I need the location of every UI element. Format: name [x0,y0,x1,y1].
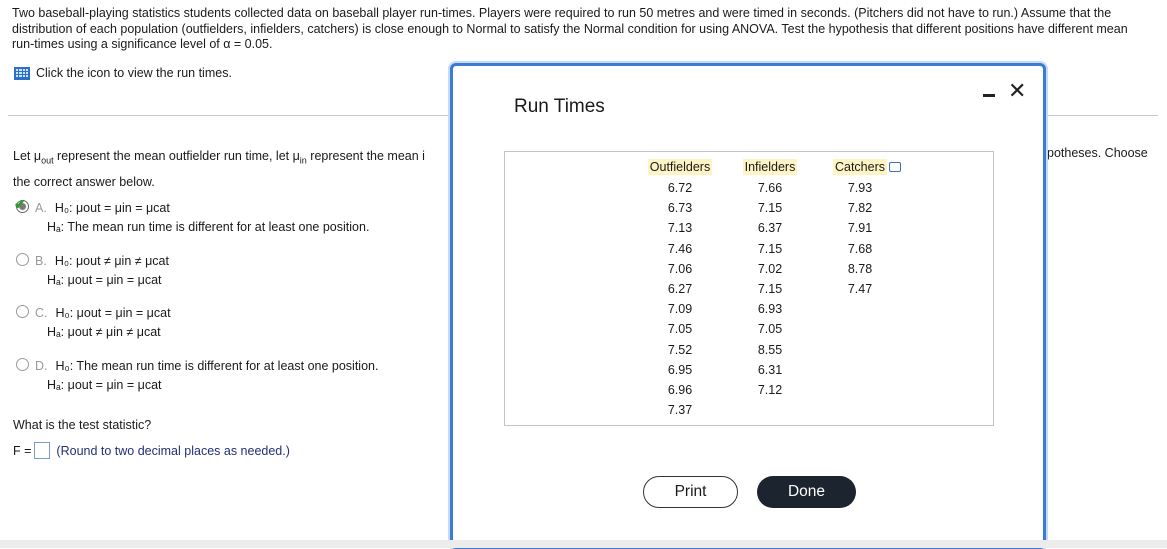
outfielders-cell: 7.46 [667,241,693,256]
catchers-cell [815,380,905,400]
catchers-cell [815,340,905,360]
choose-instruction: the correct answer below. [13,174,155,189]
catchers-cell [815,319,905,339]
let-statement-tail: potheses. Choose [1047,146,1148,160]
option-d[interactable]: D. H₀: The mean run time is different for… [16,357,378,395]
infielders-cell: 6.31 [757,362,783,377]
header-infielders: Infielders [742,159,798,175]
table-row: 7.37 [635,400,905,420]
infielders-cell: 7.02 [757,261,783,276]
infielders-cell: 8.55 [757,342,783,357]
table-row: 6.95 6.31 [635,360,905,380]
outfielders-cell: 7.37 [667,403,693,418]
bottom-scrollbar[interactable] [0,540,1167,548]
infielders-cell: 6.37 [757,221,783,236]
option-c[interactable]: C. H₀: μout = μin = μcat Hₐ: μout ≠ μin ≠… [16,304,171,342]
outfielders-cell: 7.52 [667,342,693,357]
run-times-dialog: Run Times ✕ Outfielders Infielders Catch… [450,63,1046,549]
catchers-cell [815,299,905,319]
table-row: 7.06 7.02 8.78 [635,259,905,279]
infielders-cell: 7.15 [757,241,783,256]
catchers-cell: 7.82 [847,201,873,216]
infielders-cell: 7.15 [757,201,783,216]
option-d-radio[interactable] [16,358,29,371]
catchers-cell: 8.78 [847,261,873,276]
table-row: 7.52 8.55 [635,340,905,360]
table-icon[interactable] [14,66,30,80]
dialog-title: Run Times [514,96,605,117]
outfielders-cell: 6.72 [667,181,693,196]
outfielders-cell: 6.73 [667,201,693,216]
test-statistic-question: What is the test statistic? [13,418,152,432]
infielders-cell [725,400,815,420]
print-button[interactable]: Print [643,476,738,508]
outfielders-cell: 6.96 [667,382,693,397]
view-data-link[interactable]: Click the icon to view the run times. [14,66,232,80]
let-statement: Let μout represent the mean outfielder r… [13,149,425,189]
done-button[interactable]: Done [757,476,856,508]
catchers-cell: 7.47 [847,282,873,297]
table-row: 7.05 7.05 [635,319,905,339]
infielders-cell: 7.12 [757,382,783,397]
correct-check-icon: ✔ [14,196,26,212]
f-answer-row: F = (Round to two decimal places as need… [13,442,290,459]
infielders-cell: 7.15 [757,282,783,297]
option-b[interactable]: B. H₀: μout ≠ μin ≠ μcat Hₐ: μout = μin =… [16,252,169,290]
f-label: F = [13,443,32,458]
data-table-container: Outfielders Infielders Catchers 6.72 7.66… [504,151,994,426]
outfielders-cell: 6.95 [667,362,693,377]
catchers-cell [815,360,905,380]
option-a[interactable]: ✔ A. H₀: μout = μin = μcat Hₐ: The mean ru… [14,196,369,237]
copy-data-icon[interactable] [889,162,901,172]
f-answer-input[interactable] [34,442,51,459]
table-row: 6.27 7.15 7.47 [635,279,905,299]
catchers-cell: 7.93 [847,181,873,196]
outfielders-cell: 7.13 [667,221,693,236]
rounding-hint: (Round to two decimal places as needed.) [56,443,290,458]
outfielders-cell: 7.06 [667,261,693,276]
table-row: 7.13 6.37 7.91 [635,218,905,238]
outfielders-cell: 7.05 [667,322,693,337]
run-times-table: Outfielders Infielders Catchers 6.72 7.66… [635,156,905,420]
problem-statement: Two baseball-playing statistics students… [12,6,1128,51]
header-outfielders: Outfielders [647,159,713,175]
table-row: 7.09 6.93 [635,299,905,319]
infielders-cell: 7.66 [757,181,783,196]
option-c-radio[interactable] [16,305,29,318]
option-b-radio[interactable] [16,253,29,266]
minimize-icon[interactable] [983,94,995,97]
infielders-cell: 6.93 [757,302,783,317]
catchers-cell: 7.68 [847,241,873,256]
catchers-cell [815,400,905,420]
table-row: 6.96 7.12 [635,380,905,400]
view-data-text: Click the icon to view the run times. [36,66,232,80]
outfielders-cell: 6.27 [667,282,693,297]
catchers-cell: 7.91 [847,221,873,236]
table-row: 7.46 7.15 7.68 [635,239,905,259]
infielders-cell: 7.05 [757,322,783,337]
outfielders-cell: 7.09 [667,302,693,317]
table-row: 6.72 7.66 7.93 [635,178,905,198]
table-row: 6.73 7.15 7.82 [635,198,905,218]
close-icon[interactable]: ✕ [1008,80,1026,102]
